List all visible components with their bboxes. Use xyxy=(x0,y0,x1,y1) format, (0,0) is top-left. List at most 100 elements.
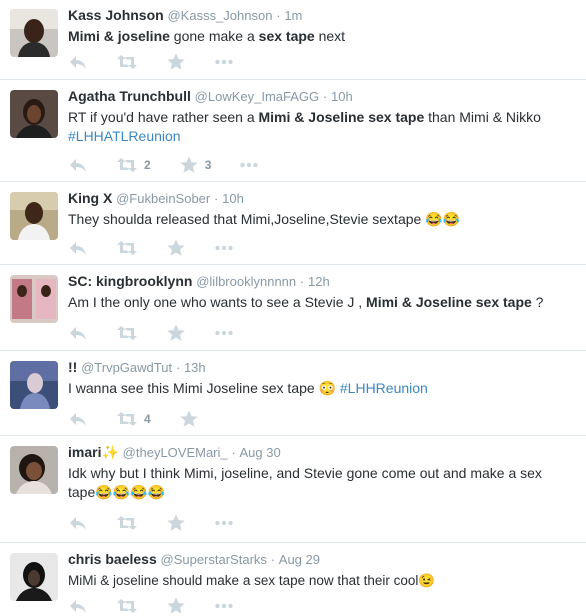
reply-button[interactable] xyxy=(68,323,88,343)
retweet-button[interactable] xyxy=(116,596,138,616)
more-button[interactable] xyxy=(214,323,234,343)
tweet-text: RT if you'd have rather seen a Mimi & Jo… xyxy=(68,108,568,146)
tweet[interactable]: imari✨ @theyLOVEMari_ · Aug 30 Idk why b… xyxy=(0,437,586,543)
retweet-count: 4 xyxy=(144,412,151,426)
favorite-button[interactable] xyxy=(179,409,199,429)
avatar[interactable] xyxy=(10,90,58,138)
user-handle[interactable]: @LowKey_ImaFAGG xyxy=(195,89,319,104)
favorite-button[interactable]: 3 xyxy=(179,155,211,175)
reply-icon xyxy=(68,596,88,616)
reply-icon xyxy=(68,52,88,72)
tweet[interactable]: Agatha Trunchbull @LowKey_ImaFAGG · 10h … xyxy=(0,81,586,182)
tweet-timestamp[interactable]: 12h xyxy=(308,274,330,289)
reply-icon xyxy=(68,323,88,343)
retweet-icon xyxy=(116,155,138,175)
favorite-button[interactable] xyxy=(166,323,186,343)
user-handle[interactable]: @SuperstarStarks xyxy=(161,552,267,567)
avatar[interactable] xyxy=(10,275,58,323)
more-button[interactable] xyxy=(239,155,259,175)
hashtag-link[interactable]: #LHHATLReunion xyxy=(68,128,181,144)
avatar[interactable] xyxy=(10,192,58,240)
text-segment: gone make a xyxy=(169,28,259,44)
user-fullname[interactable]: chris baeless xyxy=(68,551,157,567)
text-segment: Idk why but I think Mimi, joseline, and … xyxy=(68,465,542,500)
more-button[interactable] xyxy=(214,596,234,616)
tweet-actions xyxy=(68,513,262,533)
tweet-actions: 4 xyxy=(68,409,227,429)
tweet[interactable]: !! @TrvpGawdTut · 13h I wanna see this M… xyxy=(0,352,586,436)
reply-icon xyxy=(68,409,88,429)
retweet-icon xyxy=(116,52,138,72)
more-icon xyxy=(214,323,234,343)
tweet-header: SC: kingbrooklynn @lilbrooklynnnnn · 12h xyxy=(68,273,330,290)
user-handle[interactable]: @theyLOVEMari_ xyxy=(123,445,228,460)
user-handle[interactable]: @Kasss_Johnson xyxy=(167,8,272,23)
tweet-actions xyxy=(68,323,262,343)
avatar[interactable] xyxy=(10,446,58,494)
tweet-text: Mimi & joseline gone make a sex tape nex… xyxy=(68,27,568,46)
more-button[interactable] xyxy=(214,52,234,72)
favorite-button[interactable] xyxy=(166,52,186,72)
avatar[interactable] xyxy=(10,553,58,601)
tweet-text: They shoulda released that Mimi,Joseline… xyxy=(68,210,568,229)
text-segment: next xyxy=(314,28,346,44)
user-handle[interactable]: @FukbeinSober xyxy=(116,191,210,206)
tweet-timestamp[interactable]: 10h xyxy=(331,89,353,104)
separator-dot: · xyxy=(322,89,328,104)
reply-icon xyxy=(68,238,88,258)
tweet-timestamp[interactable]: Aug 30 xyxy=(240,445,281,460)
avatar[interactable] xyxy=(10,361,58,409)
tweet[interactable]: SC: kingbrooklynn @lilbrooklynnnnn · 12h… xyxy=(0,266,586,351)
tweet-header: !! @TrvpGawdTut · 13h xyxy=(68,359,206,376)
more-button[interactable] xyxy=(214,513,234,533)
more-icon xyxy=(214,513,234,533)
reply-button[interactable] xyxy=(68,513,88,533)
reply-icon xyxy=(68,155,88,175)
star-icon xyxy=(166,52,186,72)
favorite-button[interactable] xyxy=(166,513,186,533)
user-fullname[interactable]: Agatha Trunchbull xyxy=(68,88,191,104)
retweet-button[interactable] xyxy=(116,238,138,258)
retweet-button[interactable]: 2 xyxy=(116,155,151,175)
text-highlight: sex tape xyxy=(258,28,315,44)
favorite-button[interactable] xyxy=(166,596,186,616)
reply-button[interactable] xyxy=(68,409,88,429)
text-segment: Am I the only one who wants to see a Ste… xyxy=(68,294,367,310)
user-handle[interactable]: @lilbrooklynnnnn xyxy=(196,274,296,289)
separator-dot: · xyxy=(270,552,276,567)
tweet-timestamp[interactable]: Aug 29 xyxy=(279,552,320,567)
user-fullname[interactable]: King X xyxy=(68,190,112,206)
retweet-button[interactable] xyxy=(116,52,138,72)
more-icon xyxy=(214,596,234,616)
user-fullname[interactable]: SC: kingbrooklynn xyxy=(68,273,192,289)
tweet[interactable]: chris baeless @SuperstarStarks · Aug 29 … xyxy=(0,544,586,614)
text-segment: RT if you'd have rather seen a xyxy=(68,109,259,125)
tweet[interactable]: King X @FukbeinSober · 10h They shoulda … xyxy=(0,183,586,265)
reply-button[interactable] xyxy=(68,155,88,175)
text-segment: I wanna see this Mimi Joseline sex tape … xyxy=(68,380,340,396)
user-fullname[interactable]: Kass Johnson xyxy=(68,7,164,23)
separator-dot: · xyxy=(231,445,236,460)
retweet-button[interactable] xyxy=(116,513,138,533)
retweet-button[interactable] xyxy=(116,323,138,343)
retweet-button[interactable]: 4 xyxy=(116,409,151,429)
more-icon xyxy=(214,238,234,258)
tweet-timestamp[interactable]: 13h xyxy=(184,360,206,375)
retweet-icon xyxy=(116,323,138,343)
user-handle[interactable]: @TrvpGawdTut xyxy=(81,360,172,375)
reply-button[interactable] xyxy=(68,238,88,258)
separator-dot: · xyxy=(214,191,219,206)
hashtag-link[interactable]: #LHHReunion xyxy=(340,380,428,396)
reply-button[interactable] xyxy=(68,52,88,72)
tweet-actions xyxy=(68,52,262,72)
separator-dot: · xyxy=(276,8,281,23)
tweet-timestamp[interactable]: 1m xyxy=(284,8,302,23)
avatar[interactable] xyxy=(10,9,58,57)
reply-button[interactable] xyxy=(68,596,88,616)
favorite-button[interactable] xyxy=(166,238,186,258)
user-fullname[interactable]: !! xyxy=(68,359,77,375)
tweet-timestamp[interactable]: 10h xyxy=(222,191,244,206)
tweet[interactable]: Kass Johnson @Kasss_Johnson · 1m Mimi & … xyxy=(0,0,586,80)
user-fullname[interactable]: imari✨ xyxy=(68,444,119,460)
more-button[interactable] xyxy=(214,238,234,258)
